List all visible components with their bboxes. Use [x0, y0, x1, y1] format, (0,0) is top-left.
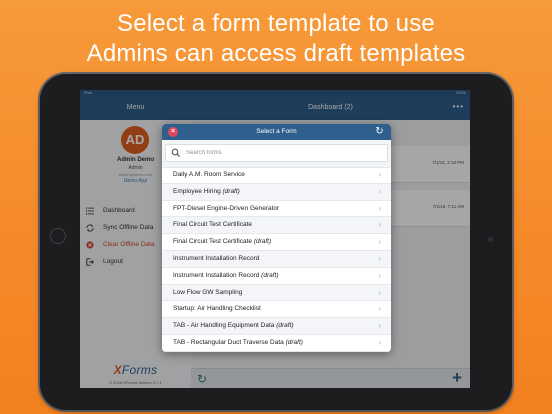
form-name: Startup: Air Handling Checklist — [173, 305, 261, 313]
chevron-right-icon: › — [378, 304, 381, 314]
form-item[interactable]: Instrument Installation Record (draft) › — [162, 268, 391, 285]
headline-line-1: Select a form template to use — [117, 10, 435, 37]
chevron-right-icon: › — [378, 321, 381, 331]
search-bar — [162, 140, 391, 168]
chevron-right-icon: › — [378, 186, 381, 196]
dialog-title: Select a Form — [162, 124, 391, 140]
form-name: Daily A.M. Room Service — [173, 171, 245, 178]
chevron-right-icon: › — [378, 270, 381, 280]
form-name: TAB - Air Handling Equipment Data — [173, 322, 275, 330]
form-name: FPT-Diesel Engine-Driven Generator — [173, 204, 280, 212]
form-item[interactable]: Startup: Air Handling Checklist › — [162, 301, 391, 319]
form-list: Daily A.M. Room Service › Employee Hirin… — [162, 167, 391, 352]
form-item[interactable]: Final Circuit Test Certificate › — [162, 217, 391, 235]
form-name: Instrument Installation Record — [173, 271, 260, 279]
chevron-right-icon: › — [378, 253, 381, 263]
form-name: Instrument Installation Record — [173, 254, 260, 262]
form-name: Final Circuit Test Certificate — [173, 238, 252, 246]
form-tag: (draft) — [222, 187, 240, 195]
search-icon — [171, 148, 181, 158]
chevron-right-icon: › — [378, 220, 381, 230]
form-name: Final Circuit Test Certificate — [173, 221, 252, 229]
form-tag: (draft) — [261, 271, 279, 279]
search-input[interactable] — [165, 144, 388, 162]
form-tag: (draft) — [285, 338, 303, 346]
chevron-right-icon: › — [378, 237, 381, 247]
chevron-right-icon: › — [378, 337, 381, 347]
camera-icon — [488, 237, 493, 242]
chevron-right-icon: › — [378, 203, 381, 213]
select-form-dialog: Select a Form × ↻ Daily A.M. Room Servic… — [162, 124, 391, 352]
form-item[interactable]: Daily A.M. Room Service › — [162, 167, 391, 184]
form-tag: (draft) — [253, 238, 272, 246]
form-name: TAB - Rectangular Duct Traverse Data — [173, 338, 284, 346]
form-item[interactable]: TAB - Rectangular Duct Traverse Data (dr… — [162, 335, 391, 352]
form-item[interactable]: Employee Hiring (draft) › — [162, 183, 391, 201]
close-button[interactable]: × — [168, 127, 178, 137]
chevron-right-icon: › — [378, 170, 381, 179]
form-name: Low Flow GW Sampling — [173, 288, 243, 296]
headline-line-2: Admins can access draft templates — [86, 40, 466, 67]
home-button[interactable] — [50, 228, 66, 244]
form-name: Employee Hiring — [173, 187, 221, 195]
refresh-icon[interactable]: ↻ — [374, 126, 385, 137]
form-item[interactable]: Final Circuit Test Certificate (draft) › — [162, 234, 391, 251]
chevron-right-icon: › — [378, 287, 381, 297]
form-tag: (draft) — [276, 322, 294, 330]
form-item[interactable]: Instrument Installation Record › — [162, 250, 391, 268]
form-item[interactable]: Low Flow GW Sampling › — [162, 284, 391, 302]
form-item[interactable]: TAB - Air Handling Equipment Data (draft… — [162, 318, 391, 335]
form-item[interactable]: FPT-Diesel Engine-Driven Generator › — [162, 201, 391, 218]
